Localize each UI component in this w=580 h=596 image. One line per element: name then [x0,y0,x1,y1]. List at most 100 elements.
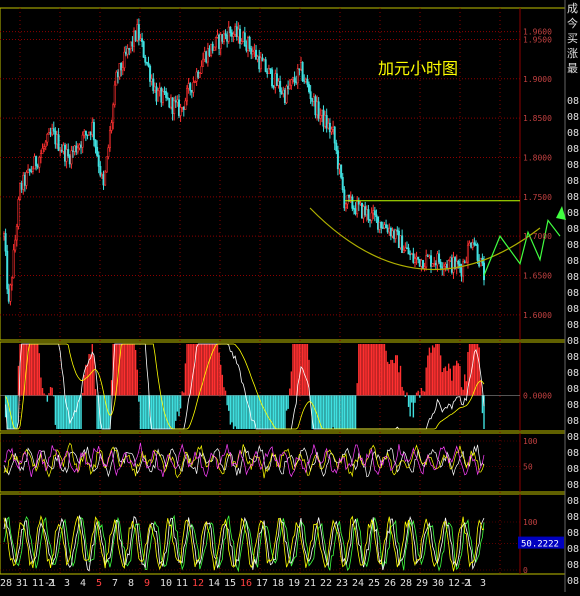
candle-body [462,261,465,277]
candle-body [200,65,203,74]
candle-body [409,253,412,256]
candle-body [457,261,460,265]
candle-body [28,168,31,172]
candle-body [396,229,399,232]
candle-body [49,132,52,135]
x-tick-label: 14 [208,578,220,589]
y-tick-label: 1.7500 [523,193,552,202]
candle-body [60,149,63,152]
candle-body [43,146,46,149]
candle-body [181,106,184,109]
info-value-label: 08 [567,288,579,299]
info-value-label: 08 [567,496,579,507]
candle-body [81,134,84,148]
info-value-label: 08 [567,528,579,539]
candle-body [213,46,216,51]
candle-body [133,30,136,47]
y-tick-label: 1.7000 [523,232,552,241]
candle-body [335,142,338,151]
info-header-label: 最 [567,62,578,75]
candle-body [245,45,248,51]
x-tick-label: 3 [480,578,486,589]
candle-body [78,144,81,149]
candle-body [381,227,384,229]
x-tick-label: 16 [240,578,252,589]
candle-body [348,194,351,198]
candle-body [198,72,201,78]
candle-body [378,221,381,230]
candle-body [177,99,180,116]
candle-body [84,131,87,136]
info-value-label: 08 [567,112,579,123]
candle-body [67,149,70,157]
candle-body [39,153,42,158]
candle-body [149,65,152,82]
candle-body [341,177,344,191]
candle-body [145,61,148,64]
candle-body [311,98,314,102]
candle-body [271,69,274,87]
x-tick-label: 15 [224,578,236,589]
candle-body [380,221,383,229]
x-tick-label: 25 [368,578,380,589]
candle-body [163,91,166,93]
candle-body [301,62,304,81]
candle-body [97,155,100,167]
candle-body [430,255,433,267]
info-value-label: 08 [567,304,579,315]
candle-body [364,206,367,216]
candle-body [460,267,463,277]
candle-body [476,244,479,261]
candle-body [186,87,189,102]
candle-body [283,89,286,104]
candle-body [187,83,190,89]
candle-body [224,33,227,36]
candle-body [291,77,294,81]
candle-body [267,68,270,75]
candle-body [253,49,256,52]
candle-body [120,63,123,71]
candle-body [312,96,315,102]
candle-body [439,261,442,268]
info-value-label: 08 [567,384,579,395]
candle-body [152,78,155,92]
candle-body [99,166,102,176]
candle-body [136,24,139,41]
panel-border-0 [0,7,566,341]
candle-body [325,115,328,129]
rounding-bottom-arc [309,207,541,271]
axis-layer: 1.96001.95001.90001.85001.80001.75001.70… [0,28,564,589]
candle-body [359,202,362,205]
candle-body [11,277,14,286]
candle-body [285,85,288,104]
candle-body [446,263,449,269]
y-tick-label: 1.8000 [523,153,552,162]
candle-body [218,34,221,49]
x-tick-label: 9 [144,578,150,589]
candle-body [470,242,473,248]
candle-body [426,255,429,257]
info-value-label: 08 [567,368,579,379]
candle-body [121,67,124,71]
candle-body [165,91,168,98]
candle-body [184,100,187,110]
candle-body [482,262,485,281]
candle-body [227,26,230,42]
candle-body [275,73,278,86]
candle-body [36,165,39,168]
candle-body [298,68,301,70]
candle-body [238,28,241,44]
candle-body [235,26,238,38]
candle-body [314,96,317,116]
candle-body [418,259,421,267]
x-tick-label: 23 [336,578,348,589]
candle-body [92,122,95,141]
candle-body [208,48,211,56]
info-value-label: 08 [567,432,579,443]
candle-body [176,99,179,103]
info-value-label: 08 [567,576,579,587]
candle-body [431,263,434,267]
candle-body [367,209,370,220]
chart-annotation: 加元小时图 [378,59,458,78]
candle-body [255,49,258,60]
